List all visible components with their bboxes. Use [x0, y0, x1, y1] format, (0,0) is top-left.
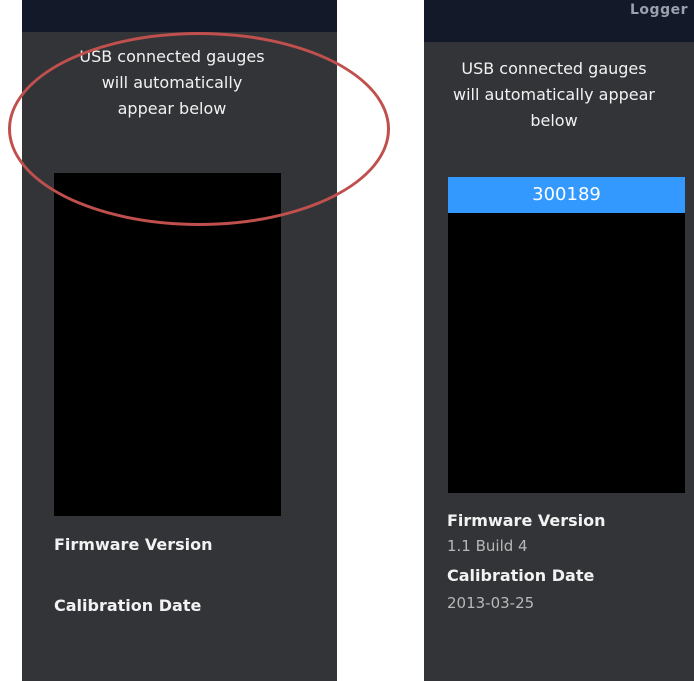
titlebar-text: Logger: [630, 2, 688, 18]
usb-hint-text: USB connected gauges will automatically …: [452, 59, 655, 130]
window-titlebar: Logger: [424, 0, 694, 42]
firmware-version-value: 1.1 Build 4: [447, 537, 528, 555]
gauge-list-item[interactable]: 300189: [448, 177, 685, 213]
window-titlebar: [22, 0, 337, 32]
firmware-version-label: Firmware Version: [54, 535, 213, 554]
gauge-panel-after: Logger USB connected gauges will automat…: [424, 0, 694, 681]
usb-hint-text: USB connected gauges will automatically …: [79, 47, 265, 118]
gauge-list[interactable]: 300189: [448, 177, 685, 493]
calibration-date-label: Calibration Date: [54, 596, 202, 615]
gauge-list[interactable]: [54, 173, 281, 516]
calibration-date-value: 2013-03-25: [447, 594, 535, 612]
firmware-version-label: Firmware Version: [447, 511, 606, 530]
gauge-panel-before: USB connected gauges will automatically …: [22, 0, 337, 681]
calibration-date-label: Calibration Date: [447, 566, 595, 585]
